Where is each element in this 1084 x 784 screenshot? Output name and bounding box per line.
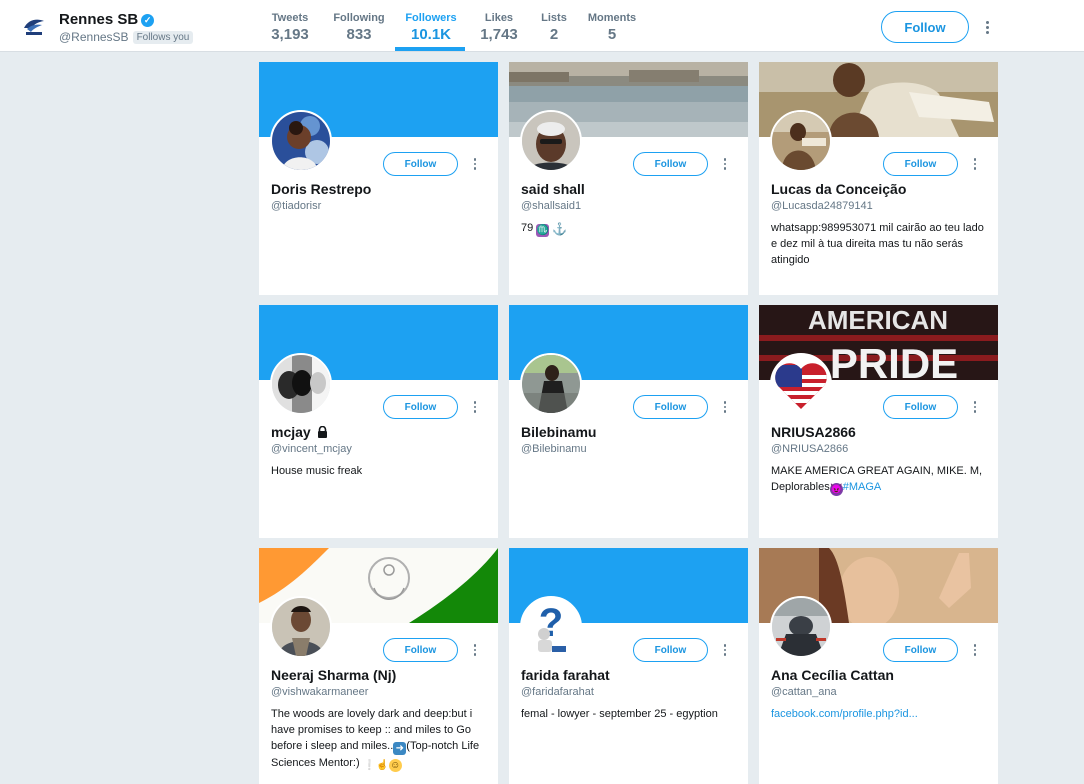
- point-up-emoji-icon: ☝: [375, 760, 389, 771]
- lock-icon: [317, 425, 328, 441]
- follower-card[interactable]: Follow said shall @shallsaid1 79 ♏ ⚓: [509, 62, 748, 295]
- profile-link[interactable]: facebook.com/profile.php?id...: [771, 708, 918, 720]
- profile-name[interactable]: Rennes SB ✓: [59, 11, 155, 28]
- more-options-icon[interactable]: [720, 156, 730, 172]
- follow-button[interactable]: Follow: [883, 395, 958, 419]
- profile-handle[interactable]: @RennesSB: [59, 30, 129, 44]
- banner-text-american: AMERICAN: [808, 305, 948, 335]
- more-options-icon[interactable]: [720, 399, 730, 415]
- follow-button[interactable]: Follow: [383, 638, 458, 662]
- more-options-icon[interactable]: [720, 642, 730, 658]
- smile-emoji-icon: ☺: [388, 759, 402, 772]
- follow-button[interactable]: Follow: [633, 638, 708, 662]
- stat-followers[interactable]: Followers 10.1K: [401, 12, 461, 43]
- banner-text-pride: PRIDE: [830, 340, 958, 380]
- anchor-icon: ⚓: [552, 222, 568, 236]
- avatar[interactable]: [770, 596, 832, 658]
- avatar[interactable]: ?: [520, 596, 582, 658]
- user-bio: 79 ♏ ⚓: [521, 222, 568, 237]
- follower-card[interactable]: Follow mcjay @vincent_mcjay House music …: [259, 305, 498, 538]
- more-options-icon[interactable]: [970, 642, 980, 658]
- more-options-icon[interactable]: [470, 642, 480, 658]
- user-name[interactable]: farida farahat: [521, 667, 610, 683]
- stat-likes[interactable]: Likes 1,743: [475, 12, 523, 43]
- user-name[interactable]: Ana Cecília Cattan: [771, 667, 894, 683]
- user-handle[interactable]: @tiadorisr: [271, 200, 321, 212]
- avatar[interactable]: [520, 110, 582, 172]
- user-bio: whatsapp:989953071 mil cairão ao teu lad…: [771, 222, 984, 266]
- profile-follow-button[interactable]: Follow: [881, 11, 969, 43]
- follower-card[interactable]: AMERICAN PRIDE Follow NRIUSA2866 @NRIUSA…: [759, 305, 998, 538]
- follow-button[interactable]: Follow: [883, 152, 958, 176]
- more-options-icon[interactable]: [981, 16, 993, 38]
- avatar[interactable]: [270, 353, 332, 415]
- profile-handle-row: @RennesSB Follows you: [59, 30, 194, 44]
- more-options-icon[interactable]: [470, 156, 480, 172]
- active-tab-indicator: [395, 47, 465, 51]
- user-bio: MAKE AMERICA GREAT AGAIN, MIKE. M, Deplo…: [771, 465, 983, 496]
- stat-moments[interactable]: Moments 5: [586, 12, 638, 43]
- user-name[interactable]: Neeraj Sharma (Nj): [271, 667, 396, 683]
- avatar[interactable]: [270, 596, 332, 658]
- avatar[interactable]: [270, 110, 332, 172]
- user-handle[interactable]: @Lucasda24879141: [771, 200, 873, 212]
- user-bio: The woods are lovely dark and deep:but i…: [271, 708, 480, 772]
- user-handle[interactable]: @vishwakarmaneer: [271, 686, 368, 698]
- user-handle[interactable]: @Bilebinamu: [521, 443, 587, 455]
- follower-card[interactable]: Follow Ana Cecília Cattan @cattan_ana fa…: [759, 548, 998, 784]
- arrow-right-emoji-icon: ➜: [393, 742, 407, 755]
- user-handle[interactable]: @shallsaid1: [521, 200, 581, 212]
- follower-card[interactable]: Follow Neeraj Sharma (Nj) @vishwakarmane…: [259, 548, 498, 784]
- avatar[interactable]: [770, 110, 832, 172]
- user-name[interactable]: Doris Restrepo: [271, 181, 371, 197]
- devil-emoji-icon: 😈: [829, 483, 843, 496]
- stat-following[interactable]: Following 833: [330, 12, 388, 43]
- user-name[interactable]: Bilebinamu: [521, 424, 596, 440]
- user-name[interactable]: mcjay: [271, 424, 328, 441]
- follow-button[interactable]: Follow: [383, 152, 458, 176]
- follower-card[interactable]: Follow Bilebinamu @Bilebinamu: [509, 305, 748, 538]
- follow-button[interactable]: Follow: [383, 395, 458, 419]
- stat-tweets[interactable]: Tweets 3,193: [262, 12, 318, 43]
- exclamation-emoji-icon: ❕: [362, 760, 376, 771]
- avatar[interactable]: [520, 353, 582, 415]
- follower-card[interactable]: Follow Lucas da Conceição @Lucasda248791…: [759, 62, 998, 295]
- more-options-icon[interactable]: [970, 399, 980, 415]
- user-handle[interactable]: @faridafarahat: [521, 686, 594, 698]
- avatar[interactable]: [770, 353, 832, 415]
- follows-you-badge: Follows you: [132, 31, 194, 44]
- follow-button[interactable]: Follow: [883, 638, 958, 662]
- profile-nav-bar: Rennes SB ✓ @RennesSB Follows you Tweets 3…: [0, 0, 1084, 52]
- scorpius-icon: ♏: [536, 224, 550, 237]
- follow-button[interactable]: Follow: [633, 152, 708, 176]
- follow-button[interactable]: Follow: [633, 395, 708, 419]
- user-bio: House music freak: [271, 465, 363, 477]
- user-handle[interactable]: @vincent_mcjay: [271, 443, 352, 455]
- user-bio: facebook.com/profile.php?id...: [771, 706, 986, 722]
- follower-card[interactable]: Follow Doris Restrepo @tiadorisr: [259, 62, 498, 295]
- more-options-icon[interactable]: [970, 156, 980, 172]
- follower-card[interactable]: ? Follow farida farahat @faridafarahat f…: [509, 548, 748, 784]
- verified-badge-icon: ✓: [141, 14, 155, 27]
- user-handle[interactable]: @cattan_ana: [771, 686, 837, 698]
- stat-lists[interactable]: Lists 2: [538, 12, 570, 43]
- user-handle[interactable]: @NRIUSA2866: [771, 443, 848, 455]
- more-options-icon[interactable]: [470, 399, 480, 415]
- user-name[interactable]: Lucas da Conceição: [771, 181, 906, 197]
- user-name[interactable]: NRIUSA2866: [771, 424, 856, 440]
- hashtag-link[interactable]: #MAGA: [843, 481, 882, 493]
- user-name[interactable]: said shall: [521, 181, 585, 197]
- user-bio: femal - lowyer - september 25 - egyption: [521, 708, 718, 720]
- rennes-logo-icon[interactable]: [22, 14, 46, 38]
